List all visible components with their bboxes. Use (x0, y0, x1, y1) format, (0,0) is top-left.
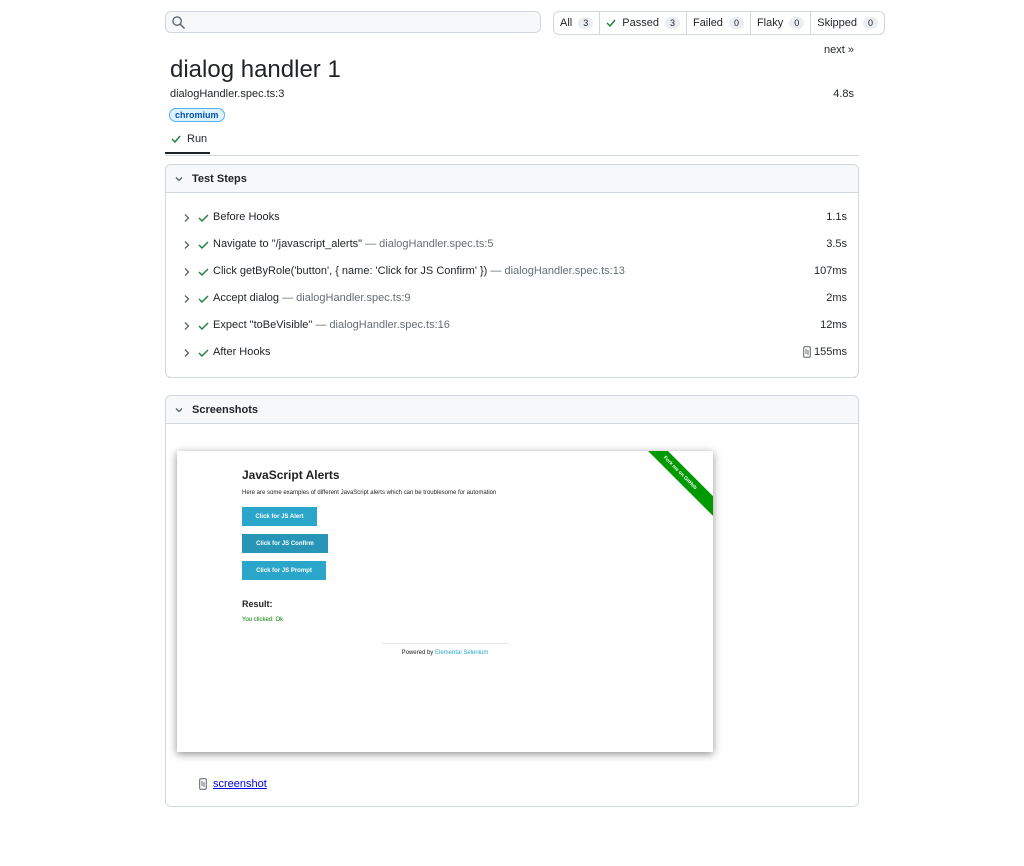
github-ribbon: Fork me on GitHub (636, 451, 713, 517)
panel-title: Screenshots (192, 403, 259, 416)
filter-failed[interactable]: Failed 0 (687, 12, 751, 34)
panel-title: Test Steps (192, 172, 247, 185)
screenshot-divider (382, 643, 508, 644)
tab-run[interactable]: Run (165, 126, 210, 154)
screenshots-panel: Screenshots Fork me on GitHub JavaScript… (165, 395, 859, 807)
chevron-right-icon (184, 268, 190, 276)
step-row[interactable]: Before Hooks 1.1s (166, 207, 858, 229)
screenshot-description: Here are some examples of different Java… (242, 490, 497, 496)
filter-passed[interactable]: Passed 3 (600, 12, 687, 34)
filter-label: Failed (692, 17, 723, 29)
step-duration: 1.1s (826, 211, 847, 223)
test-duration: 4.8s (833, 88, 854, 100)
step-location[interactable]: — dialogHandler.spec.ts:13 (487, 265, 625, 277)
chevron-right-icon (184, 349, 190, 357)
filter-flaky[interactable]: Flaky 0 (751, 12, 812, 34)
next-link[interactable]: next » (824, 44, 854, 56)
screenshot-result-text: You clicked: Ok (242, 617, 284, 623)
page-title: dialog handler 1 (170, 56, 341, 83)
step-row[interactable]: Click getByRole('button', { name: 'Click… (166, 261, 858, 283)
check-icon (198, 268, 209, 276)
chevron-right-icon (184, 241, 190, 249)
screenshot-link[interactable]: screenshot (213, 778, 267, 790)
step-location[interactable]: — dialogHandler.spec.ts:16 (312, 319, 450, 331)
attachment-icon (199, 778, 207, 790)
step-title: After Hooks (213, 346, 271, 358)
footer-prefix: Powered by (401, 650, 435, 656)
screenshot-alert-button: Click for JS Alert (242, 507, 317, 526)
screenshot-result-heading: Result: (242, 599, 273, 609)
status-filters: All 3 Passed 3 Failed 0 Flaky 0 Skipped … (553, 11, 886, 35)
step-title: Accept dialog (213, 292, 280, 304)
screenshot-confirm-button: Click for JS Confirm (242, 534, 328, 553)
search-icon (172, 16, 185, 29)
filter-count: 0 (789, 17, 805, 29)
check-icon (198, 349, 209, 357)
filter-count: 3 (578, 17, 594, 29)
attachment-icon[interactable] (803, 346, 811, 358)
screenshot-prompt-button: Click for JS Prompt (242, 561, 326, 580)
filter-label: Skipped (817, 17, 858, 29)
step-label: Expect "toBeVisible" — dialogHandler.spe… (213, 319, 450, 331)
step-row[interactable]: Navigate to "/javascript_alerts" — dialo… (166, 234, 858, 256)
step-label: Accept dialog — dialogHandler.spec.ts:9 (213, 292, 411, 304)
check-icon (606, 19, 616, 27)
filter-all[interactable]: All 3 (554, 12, 601, 34)
filter-count: 3 (664, 17, 680, 29)
chevron-down-icon (175, 407, 183, 412)
filter-count: 0 (863, 17, 879, 29)
chevron-down-icon (175, 176, 183, 181)
check-icon (198, 322, 209, 330)
step-duration: 12ms (820, 319, 847, 331)
filter-skipped[interactable]: Skipped 0 (811, 12, 884, 34)
tab-bar: Run (165, 126, 859, 156)
test-steps-header[interactable]: Test Steps (166, 165, 858, 193)
filter-count: 0 (728, 17, 744, 29)
filter-label: Passed (622, 17, 659, 29)
check-icon (198, 295, 209, 303)
step-duration: 3.5s (826, 238, 847, 250)
step-row[interactable]: Accept dialog — dialogHandler.spec.ts:9 … (166, 288, 858, 310)
check-icon (171, 135, 181, 143)
screenshot-image[interactable]: Fork me on GitHub JavaScript Alerts Here… (177, 451, 713, 752)
step-title: Expect "toBeVisible" (213, 319, 313, 331)
step-title: Navigate to "/javascript_alerts" (213, 238, 363, 250)
step-duration: 155ms (813, 346, 847, 358)
step-title: Click getByRole('button', { name: 'Click… (213, 265, 488, 277)
screenshot-heading: JavaScript Alerts (242, 468, 340, 482)
tab-label: Run (187, 133, 208, 145)
filter-label: All (560, 17, 573, 29)
step-title: Before Hooks (213, 211, 280, 223)
project-badge[interactable]: chromium (169, 108, 225, 122)
test-steps-panel: Test Steps Before Hooks 1.1s Navigate to… (165, 164, 859, 378)
screenshots-header[interactable]: Screenshots (166, 396, 858, 424)
chevron-right-icon (184, 322, 190, 330)
step-location[interactable]: — dialogHandler.spec.ts:5 (362, 238, 493, 250)
chevron-right-icon (184, 214, 190, 222)
check-icon (198, 214, 209, 222)
screenshot-footer: Powered by Elemental Selenium (177, 650, 713, 656)
step-label: Before Hooks (213, 211, 280, 223)
footer-link: Elemental Selenium (434, 650, 489, 656)
step-duration: 2ms (826, 292, 847, 304)
screenshot-attachment: screenshot (199, 778, 267, 790)
check-icon (198, 241, 209, 249)
step-location[interactable]: — dialogHandler.spec.ts:9 (279, 292, 410, 304)
chevron-right-icon (184, 295, 190, 303)
step-duration: 107ms (813, 265, 847, 277)
search-input[interactable] (165, 11, 541, 33)
step-row[interactable]: After Hooks 155ms (166, 342, 858, 364)
step-row[interactable]: Expect "toBeVisible" — dialogHandler.spe… (166, 315, 858, 337)
step-label: Navigate to "/javascript_alerts" — dialo… (213, 238, 494, 250)
filter-label: Flaky (756, 17, 784, 29)
test-location: dialogHandler.spec.ts:3 (170, 88, 285, 100)
step-label: Click getByRole('button', { name: 'Click… (213, 265, 625, 277)
step-label: After Hooks (213, 346, 270, 358)
